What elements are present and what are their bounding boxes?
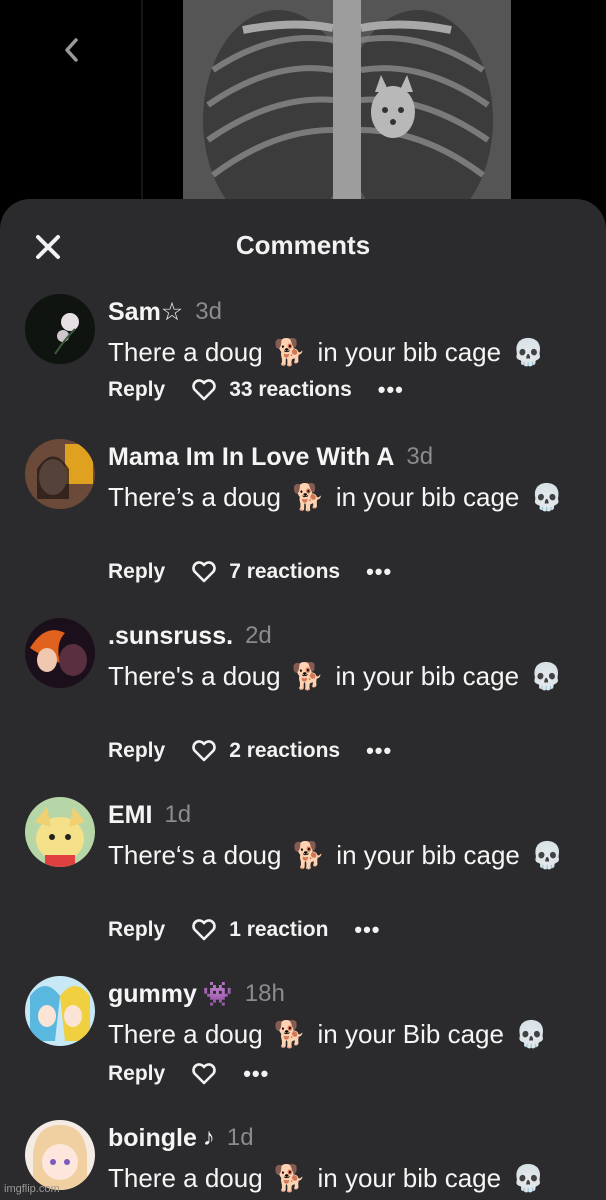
chest-xray-image	[183, 0, 511, 215]
heart-icon[interactable]	[191, 560, 217, 584]
comment-text: There's a doug 🐕 in your bib cage 💀	[108, 658, 578, 694]
comment-header: Sam☆ 3d	[108, 294, 222, 330]
comment-text: There’s a doug 🐕 in your bib cage 💀	[108, 479, 578, 515]
avatar[interactable]	[25, 1120, 95, 1190]
avatar[interactable]	[25, 976, 95, 1046]
comment-actions: Reply 33 reactions •••	[108, 374, 404, 406]
comment-text-part: in your bib cage	[335, 482, 520, 512]
comment-header: Mama Im In Love With A 3d	[108, 439, 433, 475]
more-options-icon[interactable]: •••	[354, 917, 380, 943]
more-options-icon[interactable]: •••	[366, 559, 392, 585]
comment-item: Sam☆ 3d There a doug 🐕 in your bib cage …	[0, 294, 606, 414]
skull-icon: 💀	[531, 840, 564, 870]
timestamp: 2d	[245, 622, 272, 649]
comment-text-part: in your bib cage	[336, 840, 520, 870]
image-divider	[141, 0, 143, 230]
comment-actions: Reply •••	[108, 1058, 269, 1090]
comment-actions: Reply 2 reactions •••	[108, 735, 392, 767]
comment-header: gummy 👾 18h	[108, 976, 285, 1012]
dog-icon: 🐕	[273, 1019, 307, 1049]
avatar[interactable]	[25, 294, 95, 364]
comments-header: Comments	[0, 199, 606, 291]
heart-icon[interactable]	[191, 739, 217, 763]
reactions-count[interactable]: 2 reactions	[229, 739, 340, 763]
avatar[interactable]	[25, 618, 95, 688]
comment-text: There a doug 🐕 in your bib cage 💀	[108, 1160, 578, 1196]
post-image-area	[0, 0, 606, 230]
comment-text: There a doug 🐕 in your Bib cage 💀	[108, 1016, 578, 1052]
music-note-icon: ♪	[202, 1124, 215, 1151]
reactions-count[interactable]: 33 reactions	[229, 378, 352, 402]
back-chevron-icon[interactable]	[56, 30, 86, 70]
reply-button[interactable]: Reply	[108, 739, 165, 763]
dog-icon: 🐕	[291, 661, 325, 691]
dog-icon: 🐕	[292, 482, 325, 512]
comment-text: There a doug 🐕 in your bib cage 💀	[108, 334, 578, 370]
timestamp: 1d	[164, 801, 192, 828]
timestamp: 18h	[244, 980, 285, 1007]
comment-text-part: in your bib cage	[317, 1163, 502, 1193]
comment-text-part: in your Bib cage	[317, 1019, 504, 1049]
comment-header: EMI 1d	[108, 797, 191, 833]
skull-icon: 💀	[512, 1163, 545, 1193]
timestamp: 3d	[406, 443, 434, 470]
comment-item: boingle ♪ 1d There a doug 🐕 in your bib …	[0, 1120, 606, 1200]
more-options-icon[interactable]: •••	[378, 377, 404, 403]
heart-icon[interactable]	[191, 378, 217, 402]
reactions-count[interactable]: 1 reaction	[229, 918, 328, 942]
timestamp: 3d	[195, 298, 222, 325]
comment-text-part: There‘s a doug	[108, 840, 282, 870]
username[interactable]: boingle	[108, 1124, 197, 1153]
comment-header: boingle ♪ 1d	[108, 1120, 254, 1156]
invader-icon: 👾	[202, 980, 233, 1008]
heart-icon[interactable]	[191, 918, 217, 942]
comment-item: gummy 👾 18h There a doug 🐕 in your Bib c…	[0, 976, 606, 1096]
comment-text-part: There a doug	[108, 1163, 263, 1193]
comment-text: There‘s a doug 🐕 in your bib cage 💀	[108, 837, 578, 873]
comment-actions: Reply 7 reactions •••	[108, 556, 392, 588]
reply-button[interactable]: Reply	[108, 378, 165, 402]
comment-text-part: There's a doug	[108, 661, 281, 691]
avatar[interactable]	[25, 797, 95, 867]
comment-text-part: There a doug	[108, 337, 263, 367]
username[interactable]: gummy	[108, 980, 197, 1009]
comment-item: .sunsruss. 2d There's a doug 🐕 in your b…	[0, 618, 606, 778]
reply-button[interactable]: Reply	[108, 918, 165, 942]
comment-item: Mama Im In Love With A 3d There’s a doug…	[0, 439, 606, 599]
page-title: Comments	[235, 230, 371, 260]
reply-button[interactable]: Reply	[108, 1062, 165, 1086]
username[interactable]: .sunsruss.	[108, 622, 233, 651]
avatar[interactable]	[25, 439, 95, 509]
username[interactable]: Sam☆	[108, 297, 183, 327]
watermark: imgflip.com	[4, 1183, 60, 1195]
username[interactable]: EMI	[108, 801, 152, 830]
timestamp: 1d	[226, 1124, 254, 1151]
reply-button[interactable]: Reply	[108, 560, 165, 584]
comments-sheet: Comments Sam☆ 3d There a doug 🐕 in your …	[0, 199, 606, 1200]
comment-actions: Reply 1 reaction •••	[108, 914, 381, 946]
skull-icon: 💀	[512, 337, 545, 367]
skull-icon: 💀	[530, 661, 563, 691]
more-options-icon[interactable]: •••	[243, 1061, 269, 1087]
dog-icon: 🐕	[273, 1163, 307, 1193]
comment-text-part: There’s a doug	[108, 482, 281, 512]
comment-header: .sunsruss. 2d	[108, 618, 272, 654]
comment-item: EMI 1d There‘s a doug 🐕 in your bib cage…	[0, 797, 606, 957]
heart-icon[interactable]	[191, 1062, 217, 1086]
reactions-count[interactable]: 7 reactions	[229, 560, 340, 584]
skull-icon: 💀	[515, 1019, 548, 1049]
comment-text-part: in your bib cage	[317, 337, 502, 367]
skull-icon: 💀	[530, 482, 563, 512]
comment-text-part: There a doug	[108, 1019, 263, 1049]
username[interactable]: Mama Im In Love With A	[108, 443, 394, 472]
dog-icon: 🐕	[273, 337, 307, 367]
dog-icon: 🐕	[292, 840, 326, 870]
comment-text-part: in your bib cage	[335, 661, 520, 691]
more-options-icon[interactable]: •••	[366, 738, 392, 764]
